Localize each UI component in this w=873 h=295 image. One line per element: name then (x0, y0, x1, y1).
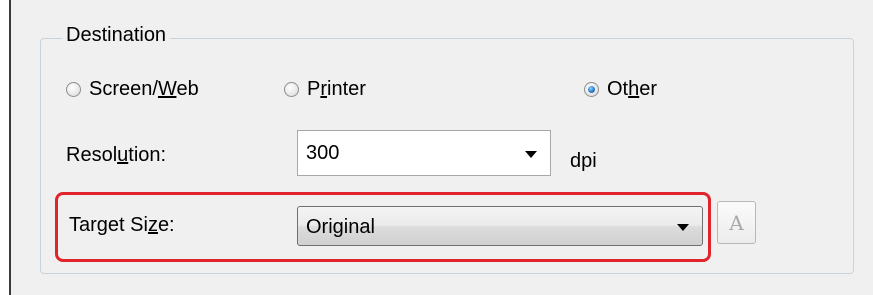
window-left-border (0, 0, 11, 295)
radio-other-circle[interactable] (584, 81, 599, 97)
resolution-dropdown-arrow-icon[interactable] (525, 151, 537, 158)
radio-printer[interactable]: Printer (284, 74, 366, 104)
resolution-combobox[interactable]: 300 (297, 130, 551, 176)
radio-printer-label[interactable]: Printer (307, 78, 366, 101)
radio-other-label[interactable]: Other (607, 78, 657, 101)
radio-other[interactable]: Other (584, 74, 657, 104)
radio-screen-web-label[interactable]: Screen/Web (89, 78, 199, 101)
destination-group-title: Destination (62, 22, 171, 48)
target-size-highlight-box (55, 192, 711, 262)
resolution-label: Resolution: (66, 144, 167, 166)
radio-screen-web-circle[interactable] (66, 81, 81, 97)
text-orientation-button[interactable]: A (717, 201, 756, 244)
radio-screen-web[interactable]: Screen/Web (66, 74, 199, 104)
radio-printer-circle[interactable] (284, 81, 299, 97)
text-orientation-icon: A (729, 210, 744, 235)
resolution-unit: dpi (570, 150, 597, 172)
resolution-value[interactable]: 300 (306, 142, 339, 165)
